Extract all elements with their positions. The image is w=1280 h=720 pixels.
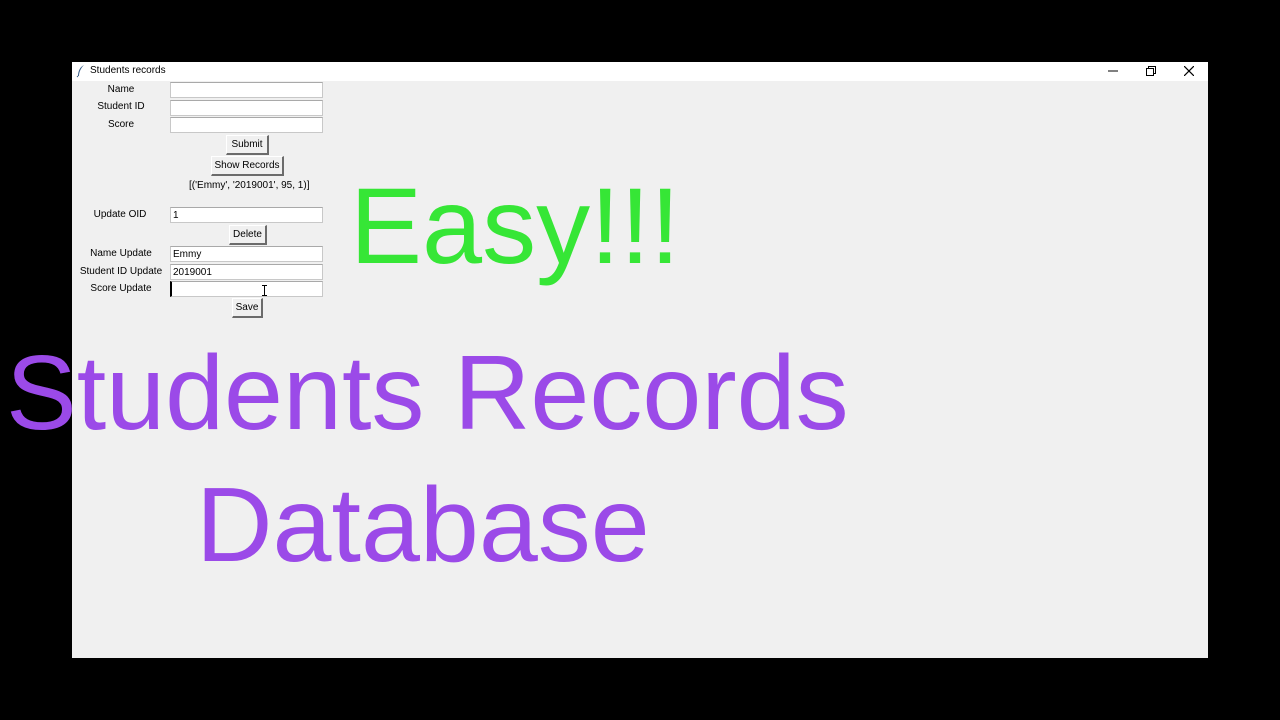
show-records-button[interactable]: Show Records <box>211 156 284 176</box>
easy-overlay-text: Easy!!! <box>350 165 681 286</box>
window-title: Students records <box>90 65 166 76</box>
video-title-line2: Database <box>196 466 650 584</box>
close-icon <box>1184 66 1194 76</box>
video-title-line1: Students Records <box>6 334 849 452</box>
records-output: [('Emmy', '2019001', 95, 1)] <box>189 180 310 191</box>
name-label: Name <box>107 84 135 95</box>
update-oid-label: Update OID <box>93 209 147 220</box>
score-update-label: Score Update <box>90 283 152 294</box>
minimize-button[interactable] <box>1096 62 1130 81</box>
student-id-label: Student ID <box>97 101 145 112</box>
close-button[interactable] <box>1172 62 1206 81</box>
save-button[interactable]: Save <box>232 298 263 318</box>
submit-button[interactable]: Submit <box>226 135 269 155</box>
update-oid-field[interactable] <box>170 207 323 223</box>
student-id-update-label: Student ID Update <box>79 266 163 277</box>
name-update-label: Name Update <box>90 248 152 259</box>
video-frame: Students records Name Student ID Score S… <box>0 0 1280 720</box>
text-cursor-icon <box>262 285 267 296</box>
minimize-icon <box>1108 70 1118 72</box>
restore-icon <box>1146 66 1156 76</box>
student-id-update-field[interactable] <box>170 264 323 280</box>
student-id-field[interactable] <box>170 100 323 116</box>
name-field[interactable] <box>170 82 323 98</box>
score-update-field[interactable] <box>170 281 323 297</box>
delete-button[interactable]: Delete <box>229 225 267 245</box>
title-bar[interactable]: Students records <box>72 62 1208 81</box>
name-update-field[interactable] <box>170 246 323 262</box>
score-field[interactable] <box>170 117 323 133</box>
score-label: Score <box>107 119 135 130</box>
feather-icon <box>76 65 84 78</box>
restore-button[interactable] <box>1134 62 1168 81</box>
